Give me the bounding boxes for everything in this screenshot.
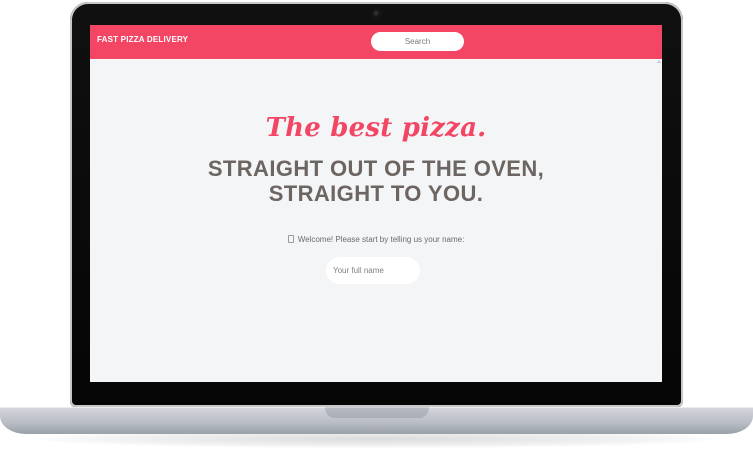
camera: [373, 10, 381, 18]
laptop-notch: [325, 407, 429, 418]
app-window: FAST PIZZA DELIVERY Search The best pizz…: [90, 25, 662, 382]
hero-headline-line-2: STRAIGHT TO YOU.: [268, 181, 484, 206]
pizza-icon: [287, 235, 294, 243]
search-button[interactable]: Search: [371, 32, 464, 51]
hero-headline: STRAIGHT OUT OF THE OVEN, STRAIGHT TO YO…: [90, 156, 662, 206]
brand-link[interactable]: FAST PIZZA DELIVERY: [97, 35, 188, 44]
search-label: Search: [404, 37, 431, 46]
hero-script-title: The best pizza.: [265, 113, 487, 143]
hero-headline-line-1: STRAIGHT OUT OF THE OVEN,: [207, 156, 545, 181]
name-input-placeholder: Your full name: [333, 266, 384, 275]
welcome-prompt-text: Welcome! Please start by telling us your…: [297, 235, 465, 244]
name-input[interactable]: Your full name: [326, 257, 420, 284]
laptop-mockup: FAST PIZZA DELIVERY Search The best pizz…: [0, 0, 753, 450]
scroll-up-icon[interactable]: [657, 60, 661, 63]
scrollbar[interactable]: [660, 59, 662, 382]
app-header: FAST PIZZA DELIVERY Search: [90, 25, 662, 59]
welcome-prompt: Welcome! Please start by telling us your…: [90, 235, 662, 244]
